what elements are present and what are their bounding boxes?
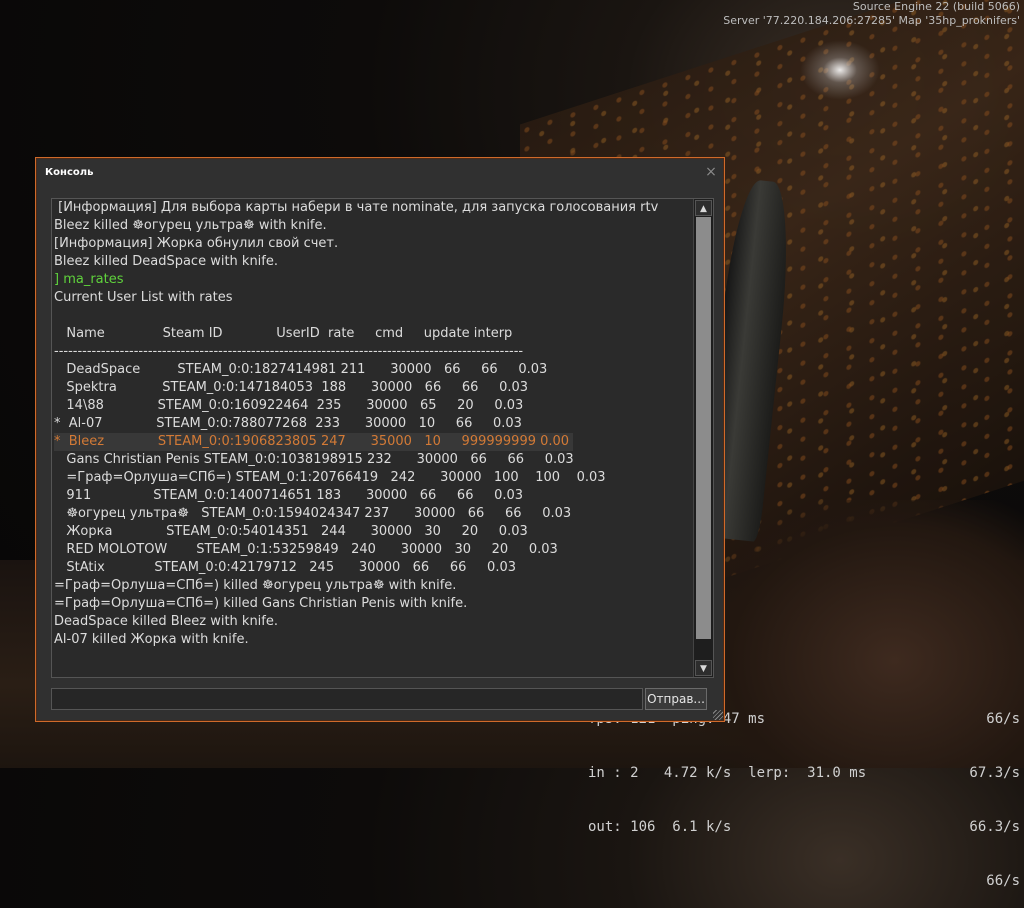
console-line: =Граф=Орлуша=СПб=) STEAM_0:1:20766419 24… [54,470,606,485]
engine-build: Source Engine 22 (build 5066) [852,0,1020,13]
game-light [800,40,880,100]
server-info: Server '77.220.184.206:27285' Map '35hp_… [723,14,1020,27]
netgraph-row: in : 2 4.72 k/s lerp: 31.0 ms 67.3/s [588,765,1020,781]
engine-info: Source Engine 22 (build 5066) Server '77… [723,0,1020,28]
scroll-thumb[interactable] [696,217,711,639]
netgraph-row: 66/s [986,873,1020,889]
console-line: * Bleez STEAM_0:0:1906823805 247 35000 1… [54,433,691,451]
console-title: Консоль [45,167,94,178]
console-window[interactable]: Консоль × [Информация] Для выбора карты … [35,157,725,722]
console-line: =Граф=Орлуша=СПб=) killed ☸огурец ультра… [54,578,457,593]
console-line: Al-07 killed Жорка with knife. [54,632,249,647]
console-line: Spektra STEAM_0:0:147184053 188 30000 66… [54,380,529,395]
scrollbar[interactable]: ▲ ▼ [693,199,713,677]
console-line: Жорка STEAM_0:0:54014351 244 30000 30 20… [54,524,528,539]
console-line: [Информация] Жорка обнулил свой счет. [54,236,339,251]
console-output[interactable]: [Информация] Для выбора карты набери в ч… [51,198,714,678]
scroll-down-button[interactable]: ▼ [695,660,712,676]
console-line: * Al-07 STEAM_0:0:788077268 233 30000 10… [54,416,522,431]
console-input[interactable] [51,688,643,710]
console-line: ] ma_rates [54,272,124,287]
console-line: Bleez killed ☸огурец ультра☸ with knife. [54,218,327,233]
console-line: [Информация] Для выбора карты набери в ч… [54,200,659,215]
console-line: 14\88 STEAM_0:0:160922464 235 30000 65 2… [54,398,524,413]
console-line: Gans Christian Penis STEAM_0:0:103819891… [54,452,574,467]
scroll-up-button[interactable]: ▲ [695,200,712,216]
console-line: Name Steam ID UserID rate cmd update int… [54,326,513,341]
console-line: 911 STEAM_0:0:1400714651 183 30000 66 66… [54,488,524,503]
console-line: RED MOLOTOW STEAM_0:1:53259849 240 30000… [54,542,558,557]
console-line: StAtix STEAM_0:0:42179712 245 30000 66 6… [54,560,516,575]
console-line: ----------------------------------------… [54,344,524,359]
submit-button[interactable]: Отправ... [645,688,707,710]
console-line: =Граф=Орлуша=СПб=) killed Gans Christian… [54,596,468,611]
console-line: ☸огурец ультра☸ STEAM_0:0:1594024347 237… [54,506,572,521]
console-line: Bleez killed DeadSpace with knife. [54,254,279,269]
close-button[interactable]: × [704,165,718,179]
console-line: Current User List with rates [54,290,233,305]
console-output-text: [Информация] Для выбора карты набери в ч… [54,199,691,649]
console-line: DeadSpace killed Bleez with knife. [54,614,279,629]
netgraph-row: out: 106 6.1 k/s 66.3/s [588,819,1020,835]
console-line: DeadSpace STEAM_0:0:1827414981 211 30000… [54,362,548,377]
resize-grip[interactable] [713,710,723,720]
